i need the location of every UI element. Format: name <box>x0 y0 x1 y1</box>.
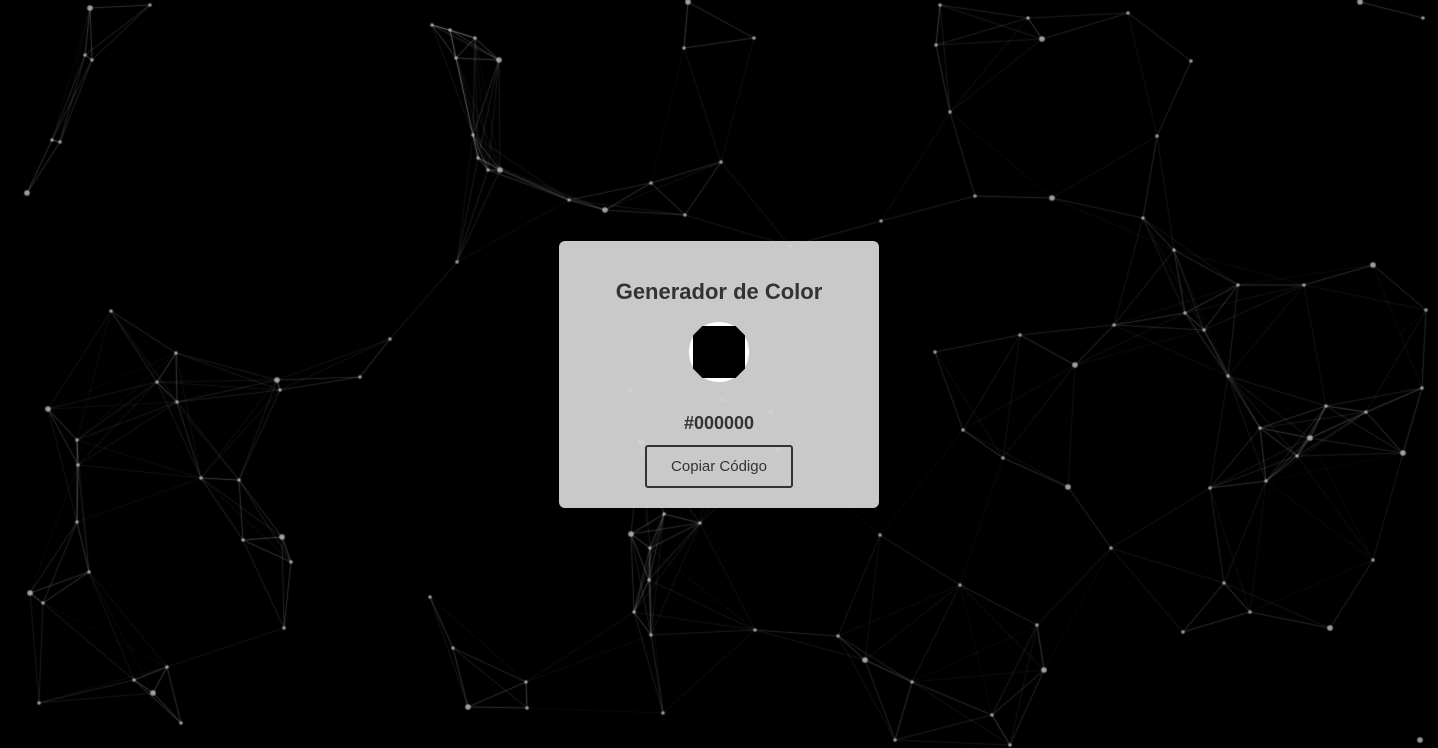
copy-code-button[interactable]: Copiar Código <box>645 445 793 488</box>
color-swatch-frame <box>689 322 749 382</box>
color-swatch[interactable] <box>693 326 745 378</box>
color-generator-card: Generador de Color #000000 Copiar Código <box>559 241 879 508</box>
hex-code-label: #000000 <box>683 413 755 433</box>
card-title: Generador de Color <box>615 279 823 304</box>
